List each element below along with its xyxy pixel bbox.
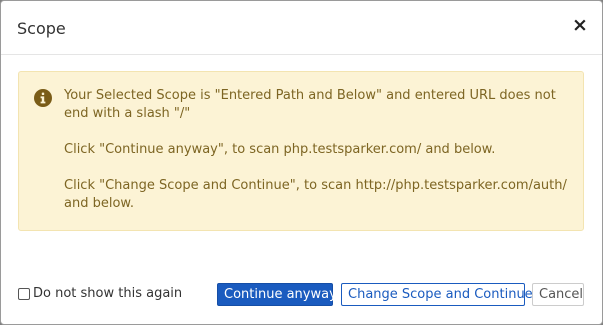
alert-line-change-scope: Click "Change Scope and Continue", to sc… bbox=[64, 178, 567, 211]
cancel-button[interactable]: Cancel bbox=[532, 283, 584, 306]
close-button[interactable]: × bbox=[572, 15, 588, 35]
dialog-header: Scope × bbox=[1, 1, 602, 55]
scope-warning-alert: Your Selected Scope is "Entered Path and… bbox=[18, 71, 584, 231]
dialog-title: Scope bbox=[17, 19, 66, 38]
dialog-footer: Do not show this again Continue anyway C… bbox=[1, 281, 602, 311]
do-not-show-label: Do not show this again bbox=[33, 286, 183, 301]
info-icon bbox=[34, 89, 52, 107]
change-scope-button[interactable]: Change Scope and Continue bbox=[341, 283, 533, 306]
scope-dialog: Scope × Your Selected Scope is "Entered … bbox=[0, 0, 603, 325]
continue-anyway-button[interactable]: Continue anyway bbox=[217, 283, 337, 306]
alert-line-continue: Click "Continue anyway", to scan php.tes… bbox=[64, 142, 496, 157]
do-not-show-checkbox[interactable] bbox=[18, 287, 30, 300]
alert-line-scope: Your Selected Scope is "Entered Path and… bbox=[64, 88, 556, 121]
alert-message: Your Selected Scope is "Entered Path and… bbox=[64, 87, 574, 213]
do-not-show-again[interactable]: Do not show this again bbox=[18, 286, 182, 301]
